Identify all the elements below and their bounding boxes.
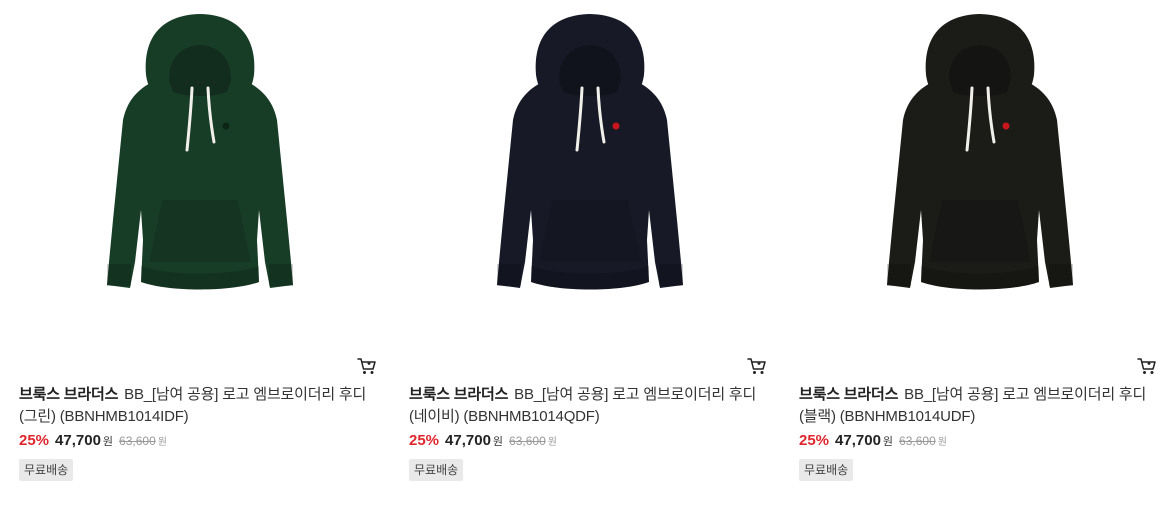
product-card[interactable]: 브룩스 브라더스 BB_[남여 공용] 로고 엠브로이더리 후디 (네이비) (B… [409, 0, 771, 505]
original-currency: 원 [937, 437, 947, 448]
sale-currency: 원 [492, 436, 504, 448]
product-brand: 브룩스 브라더스 [409, 386, 509, 403]
discount-rate: 25% [19, 432, 50, 449]
original-price: 63,600 [119, 434, 156, 448]
price-row: 25% 47,700 원 63,600 원 [19, 431, 167, 451]
product-card[interactable]: 브룩스 브라더스 BB_[남여 공용] 로고 엠브로이더리 후디 (그린) (BB… [19, 0, 381, 505]
product-title[interactable]: 브룩스 브라더스 BB_[남여 공용] 로고 엠브로이더리 후디 (네이비) (B… [409, 384, 764, 428]
sale-currency: 원 [882, 436, 894, 448]
price-row: 25% 47,700 원 63,600 원 [799, 431, 947, 451]
product-title[interactable]: 브룩스 브라더스 BB_[남여 공용] 로고 엠브로이더리 후디 (블랙) (BB… [799, 384, 1154, 428]
original-price: 63,600 [509, 434, 546, 448]
cart-icon[interactable] [747, 356, 767, 376]
price-row: 25% 47,700 원 63,600 원 [409, 431, 557, 451]
product-brand: 브룩스 브라더스 [19, 386, 119, 403]
product-grid: 브룩스 브라더스 BB_[남여 공용] 로고 엠브로이더리 후디 (그린) (BB… [0, 0, 1172, 505]
product-brand: 브룩스 브라더스 [799, 386, 899, 403]
free-shipping-badge: 무료배송 [799, 459, 854, 481]
sale-price: 47,700 [445, 432, 491, 449]
original-currency: 원 [547, 437, 557, 448]
product-image[interactable] [799, 0, 1161, 345]
sale-price: 47,700 [55, 432, 101, 449]
sale-currency: 원 [102, 436, 114, 448]
free-shipping-badge: 무료배송 [19, 459, 74, 481]
sale-price: 47,700 [835, 432, 881, 449]
original-price: 63,600 [899, 434, 936, 448]
cart-icon[interactable] [357, 356, 377, 376]
original-currency: 원 [157, 437, 167, 448]
cart-icon[interactable] [1137, 356, 1157, 376]
free-shipping-badge: 무료배송 [409, 459, 464, 481]
product-card[interactable]: 브룩스 브라더스 BB_[남여 공용] 로고 엠브로이더리 후디 (블랙) (BB… [799, 0, 1161, 505]
discount-rate: 25% [799, 432, 830, 449]
product-image[interactable] [409, 0, 771, 345]
product-image[interactable] [19, 0, 381, 345]
product-title[interactable]: 브룩스 브라더스 BB_[남여 공용] 로고 엠브로이더리 후디 (그린) (BB… [19, 384, 374, 428]
discount-rate: 25% [409, 432, 440, 449]
